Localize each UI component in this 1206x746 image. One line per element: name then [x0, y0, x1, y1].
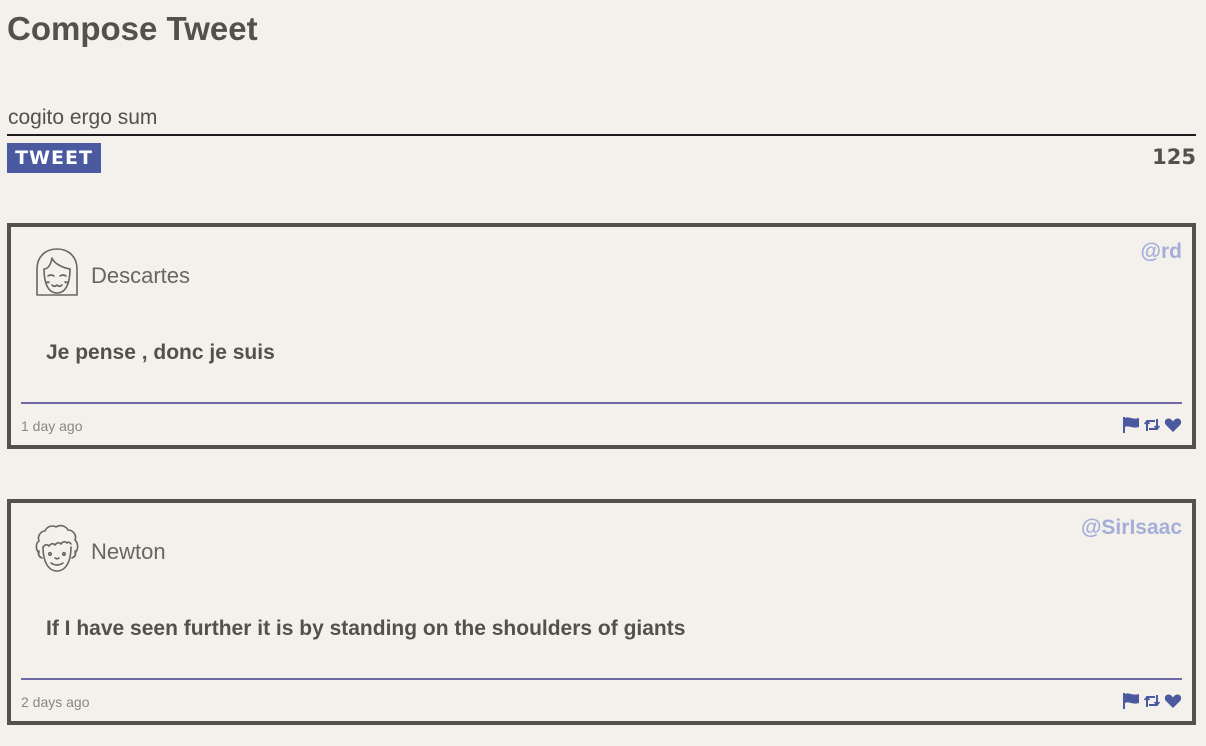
author-name: Newton: [91, 539, 166, 564]
tweet-timestamp: 2 days ago: [21, 694, 90, 710]
tweet-timestamp: 1 day ago: [21, 418, 83, 434]
heart-icon[interactable]: [1164, 416, 1182, 434]
tweet-input[interactable]: [7, 104, 1196, 136]
tweet-text: If I have seen further it is by standing…: [46, 617, 686, 640]
author-name: Descartes: [91, 263, 191, 288]
page: Compose Tweet TWEET 125 Descartes @rd Je…: [0, 0, 1206, 746]
tweet-text: Je pense , donc je suis: [46, 341, 275, 364]
author-handle[interactable]: @rd: [1141, 239, 1182, 265]
tweet-card: Descartes @rd Je pense , donc je suis 1 …: [7, 223, 1196, 449]
author-handle[interactable]: @SirIsaac: [1081, 515, 1182, 541]
tweet-button[interactable]: TWEET: [7, 143, 101, 173]
heart-icon[interactable]: [1164, 692, 1182, 710]
flag-icon[interactable]: [1122, 692, 1140, 710]
curly-hair-face-avatar-icon: [33, 523, 81, 575]
flag-icon[interactable]: [1122, 416, 1140, 434]
retweet-icon[interactable]: [1143, 416, 1161, 434]
tweet-actions: [1119, 692, 1182, 710]
retweet-icon[interactable]: [1143, 692, 1161, 710]
tweet-divider: [21, 678, 1182, 680]
tweet-divider: [21, 402, 1182, 404]
char-counter: 125: [1152, 145, 1196, 169]
girl-face-avatar-icon: [33, 247, 81, 299]
tweet-card: Newton @SirIsaac If I have seen further …: [7, 499, 1196, 725]
tweet-actions: [1119, 416, 1182, 434]
page-title: Compose Tweet: [7, 10, 258, 47]
